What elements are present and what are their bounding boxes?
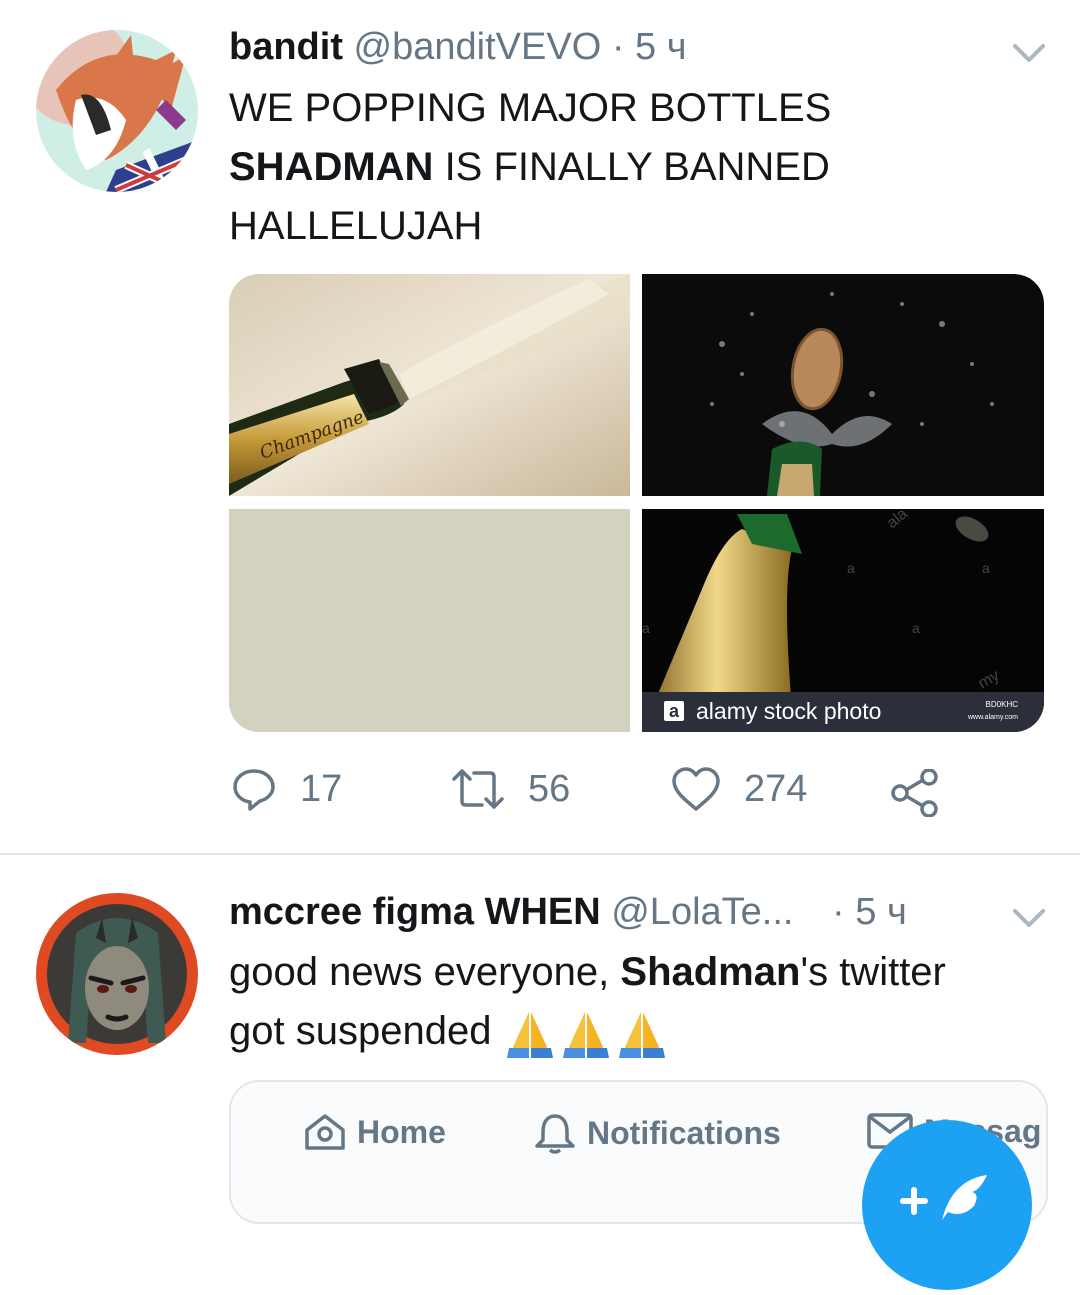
chevron-down-icon[interactable] <box>1012 907 1046 934</box>
tweet-text-line: WE POPPING MAJOR BOTTLES <box>229 86 832 130</box>
share-button[interactable] <box>890 769 940 817</box>
tweet-actions: 17 56 274 <box>0 765 1080 825</box>
tweet-text-segment: got suspended <box>229 1009 492 1053</box>
watermark-text: alamy stock photo <box>696 698 882 724</box>
avatar-image <box>36 893 198 1055</box>
like-button[interactable]: 274 <box>670 765 807 813</box>
tweet-text-segment: 's twitter <box>800 950 946 994</box>
tweet-text: WE POPPING MAJOR BOTTLES SHADMAN IS FINA… <box>229 79 1029 256</box>
timestamp[interactable]: 5 ч <box>635 26 687 68</box>
user-handle[interactable]: @LolaTe... <box>611 891 793 933</box>
tweet-text-line: got suspended <box>229 1002 1049 1061</box>
reply-button[interactable]: 17 <box>230 765 342 813</box>
svg-text:a: a <box>847 560 855 576</box>
home-icon <box>305 1114 345 1150</box>
compose-icon <box>900 1175 987 1220</box>
tweet-header: mccree figma WHEN @LolaTe... · 5 ч <box>229 891 907 934</box>
display-name[interactable]: bandit <box>229 26 343 68</box>
display-name[interactable]: mccree figma WHEN <box>229 891 601 933</box>
nav-home-label: Home <box>357 1113 446 1150</box>
media-photo-3[interactable] <box>229 509 630 732</box>
watermark-url: www.alamy.com <box>967 714 1018 721</box>
retweet-button[interactable]: 56 <box>450 765 570 813</box>
share-icon <box>891 769 938 817</box>
media-photo-2[interactable] <box>642 274 1044 496</box>
reply-icon <box>233 769 275 811</box>
nav-home[interactable]: Home <box>303 1112 446 1152</box>
tweet-1[interactable]: bandit @banditVEVO · 5 ч WE POPPING MAJO… <box>0 0 1080 853</box>
tweet-text-line: HALLELUJAH <box>229 204 483 248</box>
watermark-bar: a alamy stock photo BD0KHC www.alamy.com <box>642 692 1044 732</box>
avatar[interactable] <box>36 30 198 192</box>
reply-count: 17 <box>300 767 343 810</box>
chevron-down-icon[interactable] <box>1012 42 1046 69</box>
like-icon <box>672 767 720 811</box>
nav-notifications[interactable]: Notifications <box>533 1112 781 1154</box>
nav-notifications-label: Notifications <box>587 1114 781 1151</box>
alamy-logo-icon: a <box>664 701 684 721</box>
tweet-text-line: SHADMAN IS FINALLY BANNED <box>229 138 1029 197</box>
tweet-header: bandit @banditVEVO · 5 ч <box>229 26 687 69</box>
svg-text:a: a <box>982 560 990 576</box>
tweet-text: good news everyone, Shadman's twitter go… <box>229 943 1049 1061</box>
mention-bold: Shadman <box>620 950 801 994</box>
retweet-icon <box>452 769 504 809</box>
tweet-text-line: good news everyone, Shadman's twitter <box>229 943 1049 1002</box>
folded-hands-emoji <box>506 1012 665 1059</box>
timestamp[interactable]: 5 ч <box>855 891 907 933</box>
user-handle[interactable]: @banditVEVO <box>354 26 602 68</box>
svg-text:a: a <box>912 620 920 636</box>
compose-tweet-button[interactable] <box>862 1120 1032 1290</box>
media-photo-4[interactable]: ala a a a a my a alamy stock photo BD0KH… <box>642 509 1044 732</box>
svg-text:a: a <box>642 620 650 636</box>
media-grid[interactable]: Champagne ala a a a a my a alamy stock p… <box>229 274 1044 732</box>
avatar[interactable] <box>36 893 198 1055</box>
separator: · <box>611 26 625 68</box>
watermark-code: BD0KHC <box>985 700 1018 709</box>
avatar-image <box>36 30 198 192</box>
separator: · <box>832 891 845 933</box>
tweet-text-segment: IS FINALLY BANNED <box>444 145 830 189</box>
mention-bold: SHADMAN <box>229 145 434 189</box>
media-photo-1[interactable]: Champagne <box>229 274 630 496</box>
like-count: 274 <box>744 767 808 810</box>
tweet-text-segment: good news everyone, <box>229 950 610 994</box>
bell-icon <box>535 1114 575 1154</box>
retweet-count: 56 <box>528 767 571 810</box>
